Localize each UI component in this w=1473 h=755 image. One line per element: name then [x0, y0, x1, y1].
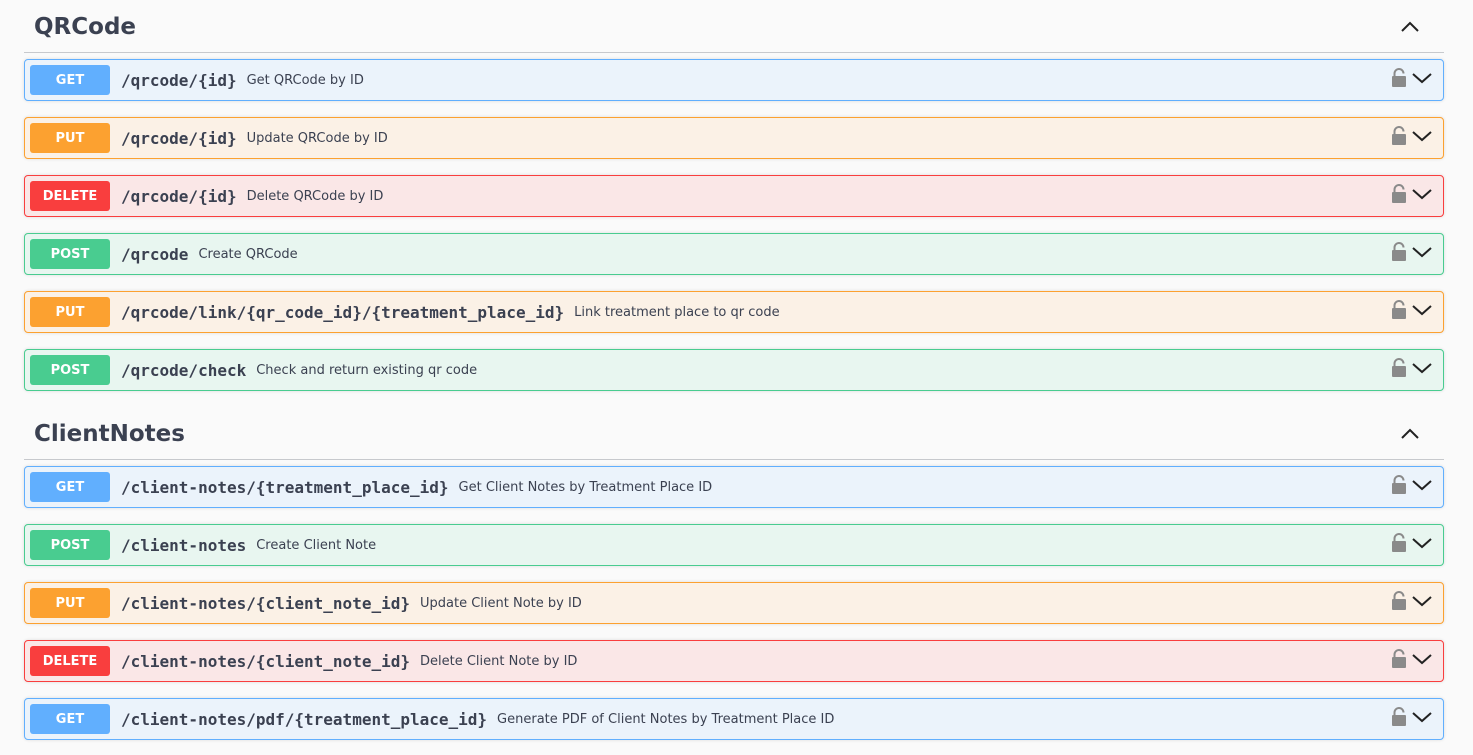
lock-icon[interactable] [1391, 475, 1407, 495]
lock-icon[interactable] [1391, 68, 1407, 88]
section-header-clientnotes[interactable]: ClientNotes [24, 408, 1444, 460]
lock-icon[interactable] [1391, 533, 1407, 553]
lock-icon[interactable] [1391, 242, 1407, 262]
operation-path: /client-notes/pdf/{treatment_place_id} [121, 709, 488, 729]
operation-path: /qrcode/check [121, 360, 247, 380]
method-badge: GET [30, 65, 110, 95]
operation-get-client-notes[interactable]: GET /client-notes/{treatment_place_id} G… [24, 466, 1444, 508]
operation-summary: Update Client Note by ID [419, 595, 582, 611]
chevron-down-icon[interactable] [1411, 187, 1433, 201]
operation-get-qrcode-id[interactable]: GET /qrcode/{id} Get QRCode by ID [24, 59, 1444, 101]
lock-icon[interactable] [1391, 126, 1407, 146]
operation-path: /client-notes/{client_note_id} [121, 651, 410, 671]
operation-summary: Get Client Notes by Treatment Place ID [458, 479, 713, 495]
lock-icon[interactable] [1391, 707, 1407, 727]
operation-get-client-notes-pdf[interactable]: GET /client-notes/pdf/{treatment_place_i… [24, 698, 1444, 740]
operation-post-qrcode[interactable]: POST /qrcode Create QRCode [24, 233, 1444, 275]
chevron-down-icon[interactable] [1411, 245, 1433, 259]
chevron-down-icon[interactable] [1411, 594, 1433, 608]
lock-icon[interactable] [1391, 649, 1407, 669]
operation-path: /qrcode/link/{qr_code_id}/{treatment_pla… [121, 302, 565, 322]
chevron-down-icon[interactable] [1411, 303, 1433, 317]
method-badge: GET [30, 704, 110, 734]
operation-path: /qrcode/{id} [121, 186, 237, 206]
lock-icon[interactable] [1391, 184, 1407, 204]
operation-path: /client-notes/{client_note_id} [121, 593, 410, 613]
chevron-down-icon[interactable] [1411, 361, 1433, 375]
operation-summary: Update QRCode by ID [246, 130, 388, 146]
lock-icon[interactable] [1391, 300, 1407, 320]
operation-path: /qrcode/{id} [121, 70, 237, 90]
chevron-down-icon[interactable] [1411, 129, 1433, 143]
method-badge: POST [30, 239, 110, 269]
operation-path: /qrcode [121, 244, 189, 264]
chevron-up-icon[interactable] [1398, 422, 1422, 446]
operation-delete-qrcode-id[interactable]: DELETE /qrcode/{id} Delete QRCode by ID [24, 175, 1444, 217]
operation-summary: Create Client Note [256, 537, 377, 553]
method-badge: PUT [30, 123, 110, 153]
operation-summary: Delete Client Note by ID [419, 653, 578, 669]
method-badge: PUT [30, 588, 110, 618]
section-qrcode: QRCode [24, 1, 1444, 53]
section-clientnotes: ClientNotes [24, 408, 1444, 460]
operation-path: /client-notes/{treatment_place_id} [121, 477, 449, 497]
chevron-down-icon[interactable] [1411, 710, 1433, 724]
lock-icon[interactable] [1391, 591, 1407, 611]
operation-post-qrcode-check[interactable]: POST /qrcode/check Check and return exis… [24, 349, 1444, 391]
operation-summary: Link treatment place to qr code [574, 304, 780, 320]
operation-post-client-notes[interactable]: POST /client-notes Create Client Note [24, 524, 1444, 566]
method-badge: GET [30, 472, 110, 502]
operation-put-qrcode-link[interactable]: PUT /qrcode/link/{qr_code_id}/{treatment… [24, 291, 1444, 333]
operation-summary: Delete QRCode by ID [246, 188, 384, 204]
chevron-down-icon[interactable] [1411, 71, 1433, 85]
lock-icon[interactable] [1391, 358, 1407, 378]
chevron-down-icon[interactable] [1411, 536, 1433, 550]
operation-summary: Create QRCode [198, 246, 298, 262]
operation-put-qrcode-id[interactable]: PUT /qrcode/{id} Update QRCode by ID [24, 117, 1444, 159]
chevron-up-icon[interactable] [1398, 15, 1422, 39]
section-title: QRCode [34, 13, 137, 40]
method-badge: POST [30, 355, 110, 385]
operation-summary: Get QRCode by ID [246, 72, 364, 88]
method-badge: PUT [30, 297, 110, 327]
section-header-qrcode[interactable]: QRCode [24, 1, 1444, 53]
chevron-down-icon[interactable] [1411, 652, 1433, 666]
operation-summary: Check and return existing qr code [256, 362, 478, 378]
operation-path: /qrcode/{id} [121, 128, 237, 148]
operation-delete-client-notes[interactable]: DELETE /client-notes/{client_note_id} De… [24, 640, 1444, 682]
swagger-operations-page: QRCode GET /qrcode/{id} Get QRCode by ID… [0, 0, 1473, 755]
method-badge: POST [30, 530, 110, 560]
method-badge: DELETE [30, 181, 110, 211]
operation-put-client-notes[interactable]: PUT /client-notes/{client_note_id} Updat… [24, 582, 1444, 624]
chevron-down-icon[interactable] [1411, 478, 1433, 492]
method-badge: DELETE [30, 646, 110, 676]
section-title: ClientNotes [34, 420, 185, 447]
operation-summary: Generate PDF of Client Notes by Treatmen… [497, 711, 835, 727]
operation-path: /client-notes [121, 535, 247, 555]
